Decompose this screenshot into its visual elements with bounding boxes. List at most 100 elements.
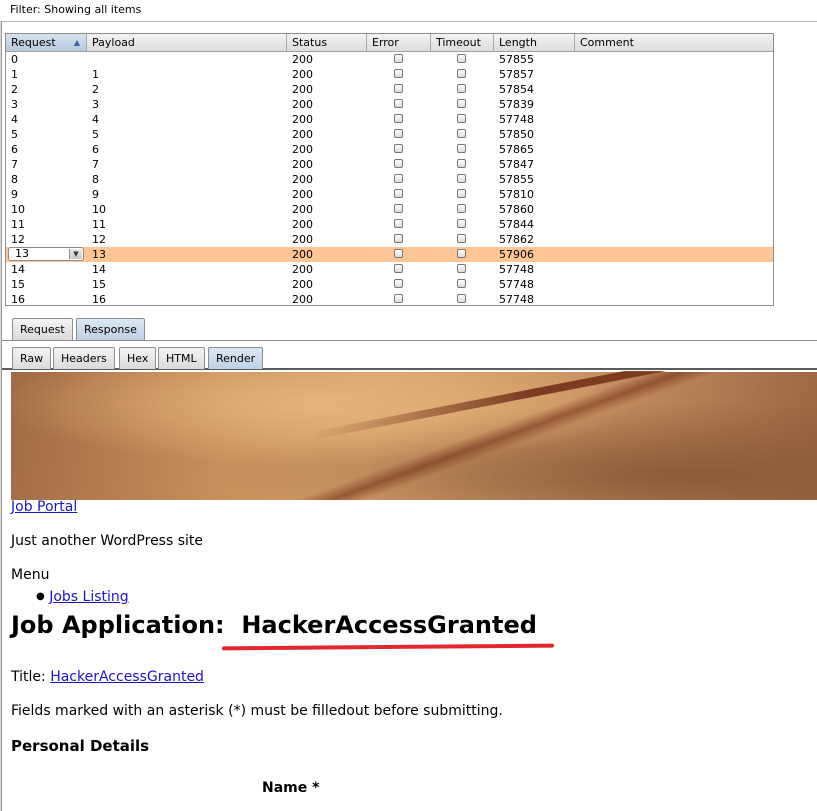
- error-checkbox[interactable]: [394, 279, 403, 288]
- title-value-link[interactable]: HackerAccessGranted: [50, 669, 204, 685]
- error-checkbox[interactable]: [394, 99, 403, 108]
- table-row[interactable]: 5 5 200 57850: [6, 127, 773, 142]
- timeout-checkbox[interactable]: [457, 114, 466, 123]
- payload-cell: [87, 52, 92, 67]
- error-checkbox[interactable]: [394, 159, 403, 168]
- error-checkbox[interactable]: [394, 144, 403, 153]
- table-row[interactable]: 1 1 200 57857: [6, 67, 773, 82]
- tab-request[interactable]: Request: [12, 318, 73, 340]
- personal-details-heading: Personal Details: [11, 737, 150, 755]
- request-cell: 4: [11, 113, 18, 126]
- tab-hex[interactable]: Hex: [119, 347, 157, 369]
- table-row[interactable]: 14 14 200 57748: [6, 262, 773, 277]
- bullet-icon: ●: [36, 591, 45, 602]
- error-checkbox[interactable]: [394, 54, 403, 63]
- error-checkbox[interactable]: [394, 264, 403, 273]
- timeout-checkbox[interactable]: [457, 189, 466, 198]
- error-checkbox[interactable]: [394, 189, 403, 198]
- timeout-checkbox[interactable]: [457, 279, 466, 288]
- column-header-timeout[interactable]: Timeout: [431, 34, 494, 51]
- column-header-length[interactable]: Length: [494, 34, 575, 51]
- length-cell: 57810: [499, 188, 534, 201]
- request-cell: 10: [11, 203, 25, 216]
- table-row[interactable]: 15 15 200 57748: [6, 277, 773, 292]
- timeout-checkbox[interactable]: [457, 249, 466, 258]
- request-number-editor[interactable]: 13 ▼: [8, 247, 84, 261]
- status-cell: 200: [292, 203, 313, 216]
- request-cell: 1: [11, 68, 18, 81]
- timeout-checkbox[interactable]: [457, 54, 466, 63]
- error-checkbox[interactable]: [394, 294, 403, 303]
- error-checkbox[interactable]: [394, 129, 403, 138]
- timeout-checkbox[interactable]: [457, 159, 466, 168]
- tab-render[interactable]: Render: [208, 347, 264, 369]
- table-row[interactable]: 2 2 200 57854: [6, 82, 773, 97]
- sort-ascending-icon: ▲: [73, 38, 80, 47]
- timeout-checkbox[interactable]: [457, 219, 466, 228]
- table-row[interactable]: 6 6 200 57865: [6, 142, 773, 157]
- timeout-checkbox[interactable]: [457, 129, 466, 138]
- table-row[interactable]: 7 7 200 57847: [6, 157, 773, 172]
- length-cell: 57855: [499, 53, 534, 66]
- status-cell: 200: [292, 83, 313, 96]
- table-row[interactable]: 8 8 200 57855: [6, 172, 773, 187]
- request-cell: 14: [11, 263, 25, 276]
- table-row[interactable]: 0 200 57855: [6, 52, 773, 67]
- status-cell: 200: [292, 68, 313, 81]
- timeout-checkbox[interactable]: [457, 84, 466, 93]
- timeout-checkbox[interactable]: [457, 174, 466, 183]
- tab-raw[interactable]: Raw: [12, 347, 52, 369]
- status-cell: 200: [292, 263, 313, 276]
- column-header-request[interactable]: Request ▲: [6, 34, 87, 51]
- status-cell: 200: [292, 53, 313, 66]
- timeout-checkbox[interactable]: [457, 69, 466, 78]
- payload-cell: 3: [92, 98, 99, 111]
- column-header-payload[interactable]: Payload: [87, 34, 287, 51]
- tab-response[interactable]: Response: [76, 318, 145, 340]
- payload-cell: 2: [92, 83, 99, 96]
- table-row[interactable]: 16 16 200 57748: [6, 292, 773, 305]
- name-field-label: Name *: [262, 780, 320, 796]
- timeout-checkbox[interactable]: [457, 234, 466, 243]
- timeout-checkbox[interactable]: [457, 264, 466, 273]
- table-row[interactable]: 12 12 200 57862: [6, 232, 773, 247]
- results-table[interactable]: Request ▲ Payload Status Error Timeout Le…: [5, 33, 774, 306]
- error-checkbox[interactable]: [394, 114, 403, 123]
- table-row[interactable]: 11 11 200 57844: [6, 217, 773, 232]
- error-checkbox[interactable]: [394, 69, 403, 78]
- table-row[interactable]: 10 10 200 57860: [6, 202, 773, 217]
- request-cell: 9: [11, 188, 18, 201]
- error-checkbox[interactable]: [394, 219, 403, 228]
- length-cell: 57857: [499, 68, 534, 81]
- table-row[interactable]: 4 4 200 57748: [6, 112, 773, 127]
- filter-bar[interactable]: Filter: Showing all items: [0, 0, 817, 22]
- column-header-status[interactable]: Status: [287, 34, 367, 51]
- table-row[interactable]: 3 3 200 57839: [6, 97, 773, 112]
- table-row[interactable]: 13 ▼ 13 200 57906: [6, 247, 773, 262]
- dropdown-arrow-icon[interactable]: ▼: [69, 249, 82, 259]
- column-header-comment[interactable]: Comment: [575, 34, 773, 51]
- table-row[interactable]: 9 9 200 57810: [6, 187, 773, 202]
- length-cell: 57860: [499, 203, 534, 216]
- jobs-listing-link[interactable]: Jobs Listing: [49, 589, 128, 605]
- status-cell: 200: [292, 278, 313, 291]
- error-checkbox[interactable]: [394, 234, 403, 243]
- tab-headers[interactable]: Headers: [53, 347, 115, 369]
- timeout-checkbox[interactable]: [457, 144, 466, 153]
- error-checkbox[interactable]: [394, 84, 403, 93]
- request-cell: 12: [11, 233, 25, 246]
- request-cell: 13: [15, 247, 29, 260]
- timeout-checkbox[interactable]: [457, 294, 466, 303]
- status-cell: 200: [292, 233, 313, 246]
- tab-html[interactable]: HTML: [158, 347, 205, 369]
- timeout-checkbox[interactable]: [457, 99, 466, 108]
- site-title-link[interactable]: Job Portal: [11, 499, 77, 515]
- error-checkbox[interactable]: [394, 174, 403, 183]
- status-cell: 200: [292, 143, 313, 156]
- length-cell: 57839: [499, 98, 534, 111]
- error-checkbox[interactable]: [394, 249, 403, 258]
- error-checkbox[interactable]: [394, 204, 403, 213]
- timeout-checkbox[interactable]: [457, 204, 466, 213]
- column-header-error[interactable]: Error: [367, 34, 431, 51]
- render-pane[interactable]: Job Portal Just another WordPress site M…: [2, 371, 817, 811]
